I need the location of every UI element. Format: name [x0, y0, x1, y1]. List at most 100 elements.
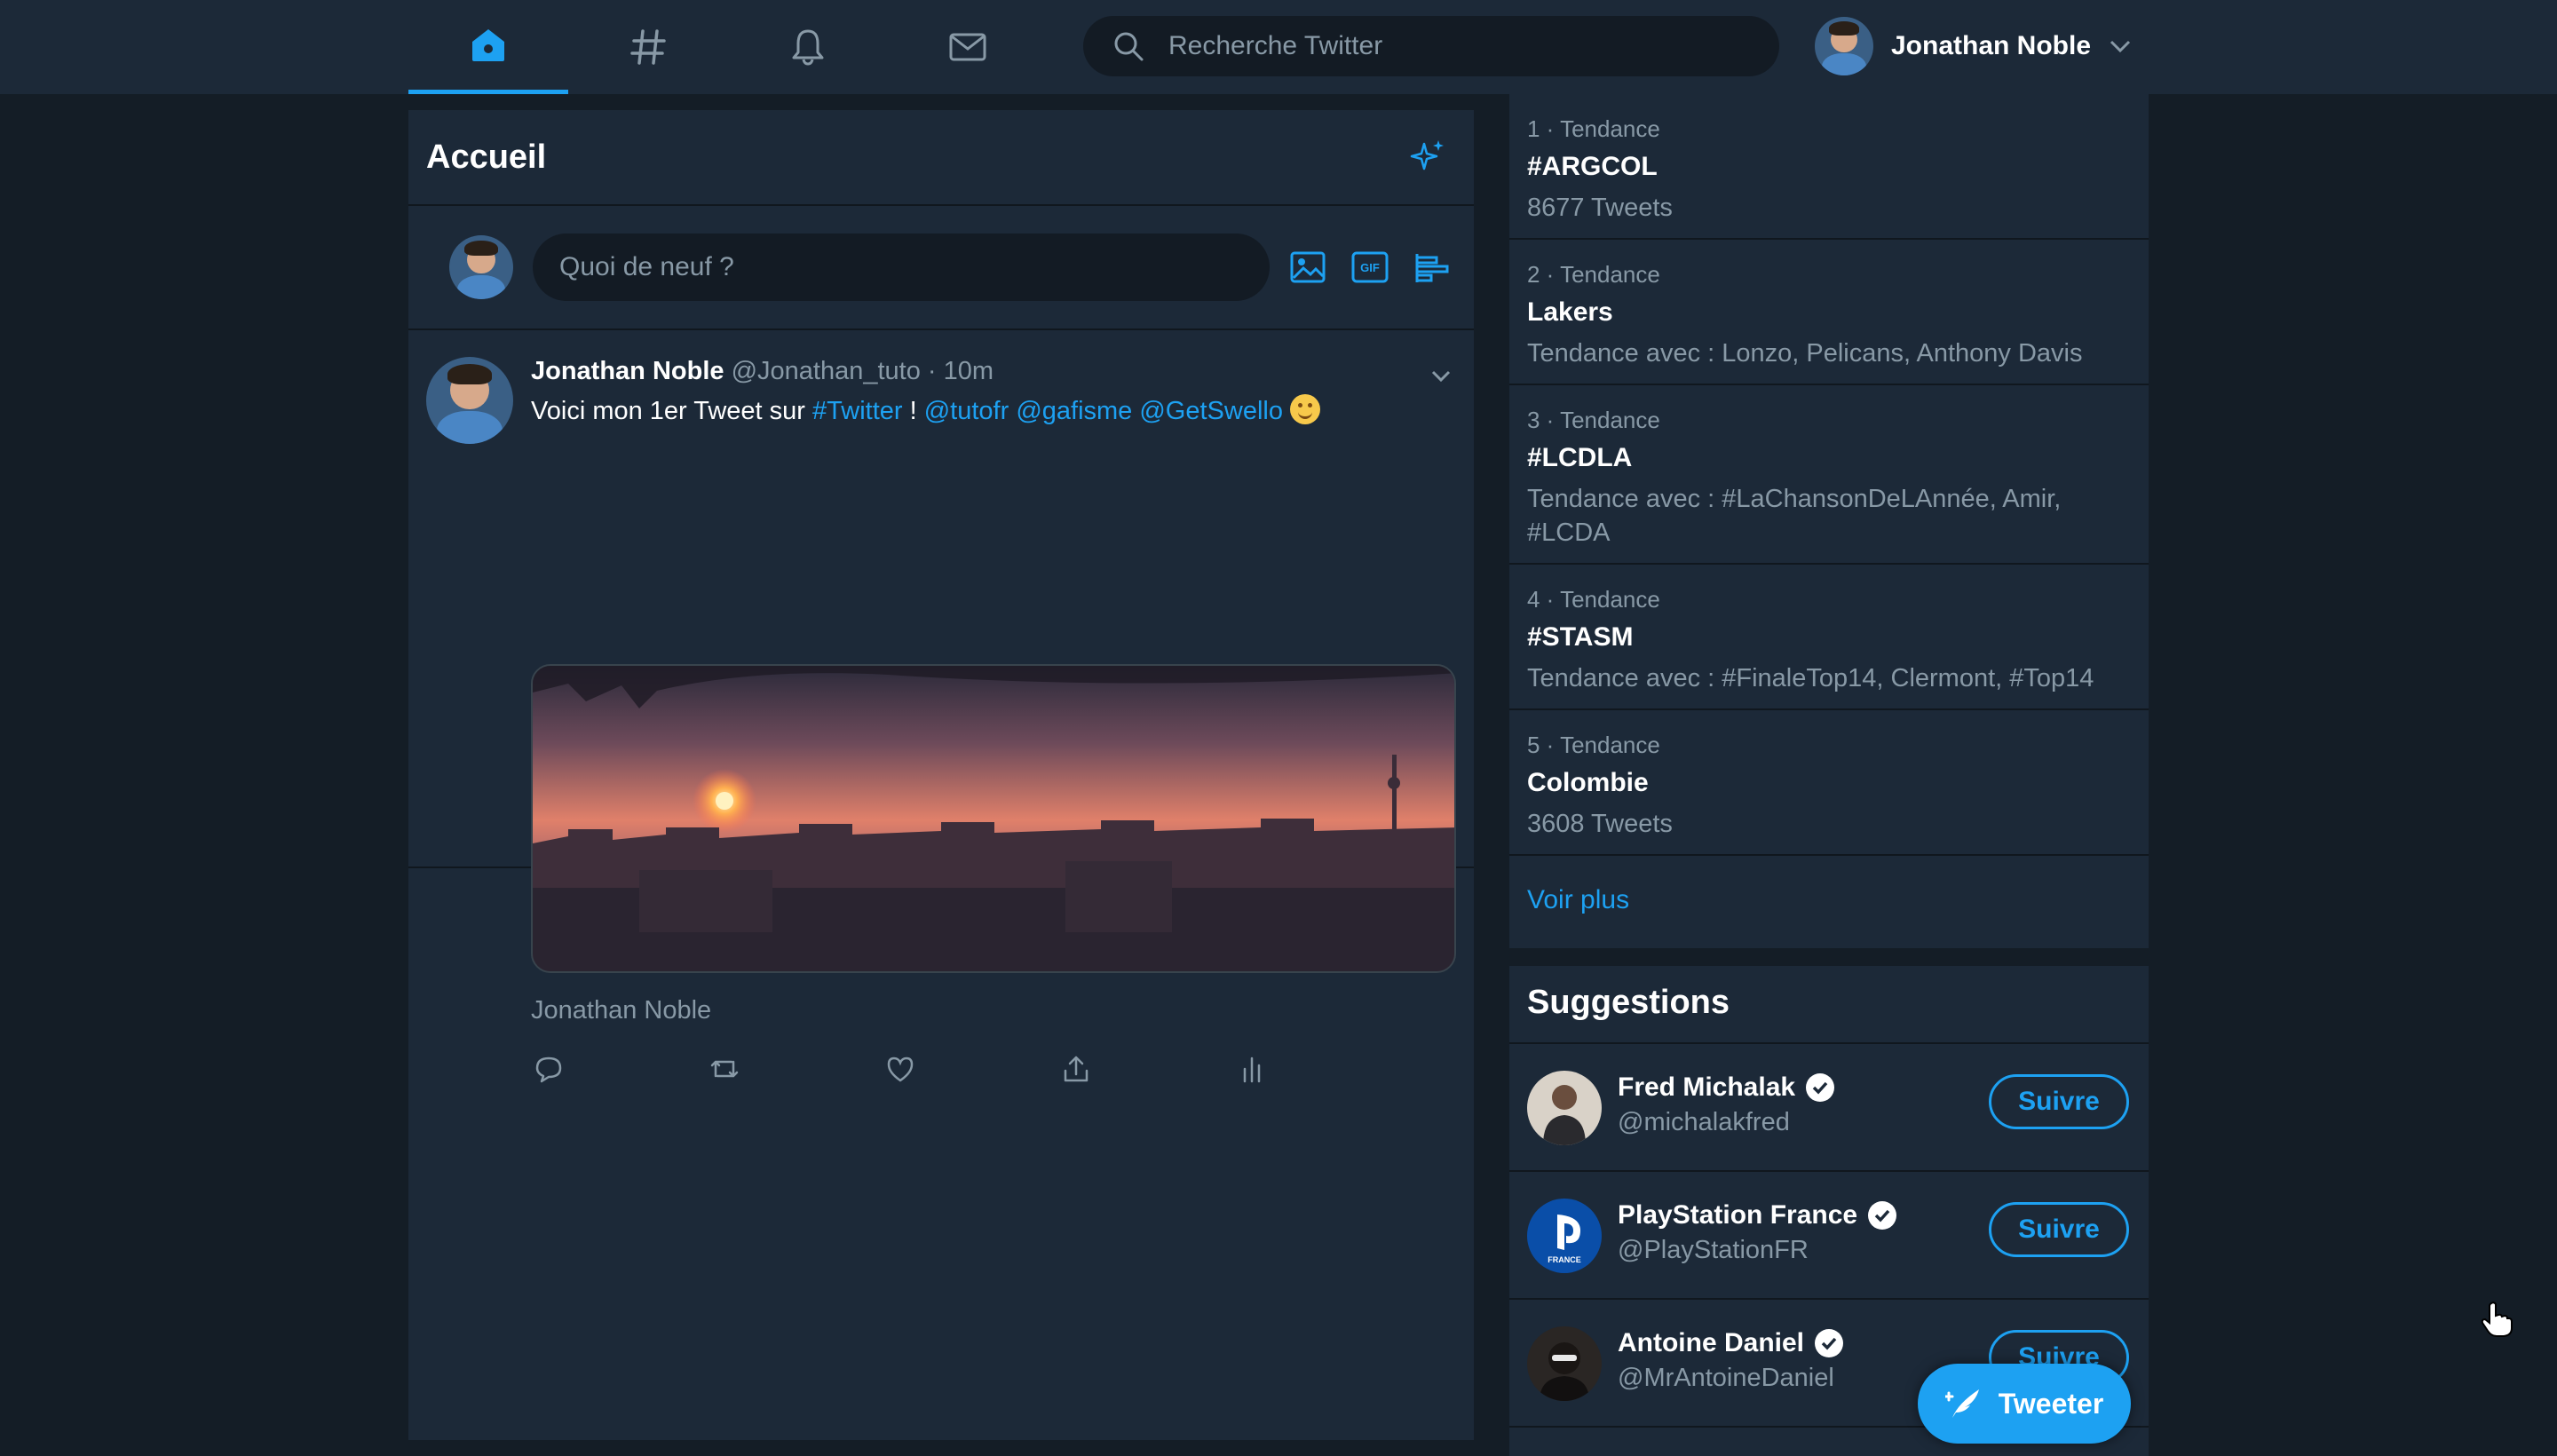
trend-rank: 5 · Tendance: [1527, 732, 1660, 758]
hand-pointer-icon: [2481, 1302, 2513, 1337]
tweet-compose-button[interactable]: Tweeter: [1918, 1364, 2131, 1444]
tweet-text-punctuation: !: [902, 397, 924, 425]
trend-rank: 1 · Tendance: [1527, 115, 1660, 142]
tab-explore[interactable]: [568, 0, 728, 94]
suggestion-avatar[interactable]: [1527, 1071, 1602, 1145]
tweet-header: Jonathan Noble @Jonathan_tuto · 10m: [531, 357, 994, 386]
mention-link[interactable]: @tutofr: [924, 397, 1009, 425]
tweet-text-prefix: Voici mon 1er Tweet sur: [531, 397, 813, 425]
retweet-button[interactable]: [707, 1051, 742, 1087]
tweet-composer: Quoi de neuf ? GIF: [408, 206, 1474, 330]
gif-icon: GIF: [1351, 251, 1389, 283]
verified-badge-icon: [1806, 1073, 1835, 1102]
suggestion-item: FRANCE PlayStation France @PlayStationFR…: [1509, 1172, 2149, 1300]
search-icon: [1114, 32, 1144, 61]
suggestion-avatar[interactable]: [1527, 1326, 1602, 1401]
suggestion-name[interactable]: Fred Michalak: [1618, 1072, 1795, 1103]
trends-panel: 1 · Tendance #ARGCOL 8677 Tweets 2 · Ten…: [1509, 94, 2149, 948]
suggestion-avatar[interactable]: FRANCE: [1527, 1199, 1602, 1273]
mail-icon: [949, 33, 986, 61]
mention-link[interactable]: @gafisme: [1016, 397, 1132, 425]
hashtag-icon: [630, 29, 666, 65]
reply-button[interactable]: [531, 1051, 566, 1087]
avatar-text: FRANCE: [1548, 1255, 1581, 1264]
like-icon: [887, 1056, 914, 1082]
tweet-compose-label: Tweeter: [1998, 1387, 2104, 1420]
trend-detail: Tendance avec : #FinaleTop14, Clermont, …: [1527, 664, 2094, 692]
compose-input[interactable]: Quoi de neuf ?: [533, 233, 1270, 301]
suggestions-title: Suggestions: [1509, 966, 2149, 1044]
tab-home[interactable]: [408, 0, 568, 94]
bell-icon: [792, 29, 824, 66]
svg-text:GIF: GIF: [1360, 261, 1380, 274]
right-sidebar: 1 · Tendance #ARGCOL 8677 Tweets 2 · Ten…: [1509, 94, 2149, 1456]
reply-icon: [535, 1056, 562, 1083]
trend-rank: 4 · Tendance: [1527, 586, 1660, 613]
retweet-icon: [710, 1060, 739, 1078]
trend-detail: Tendance avec : #LaChansonDeLAnnée, Amir…: [1527, 485, 2062, 547]
add-gif-button[interactable]: GIF: [1350, 247, 1390, 288]
chevron-down-icon: [2110, 40, 2131, 53]
suggestion-name[interactable]: Antoine Daniel: [1618, 1328, 1804, 1358]
media-caption: Jonathan Noble: [531, 996, 712, 1025]
tweet[interactable]: Jonathan Noble @Jonathan_tuto · 10m Voic…: [408, 330, 1474, 1083]
suggestion-item: Fred Michalak @michalakfred Suivre: [1509, 1044, 2149, 1172]
account-menu[interactable]: Jonathan Noble: [1815, 16, 2133, 76]
tweet-author-name[interactable]: Jonathan Noble: [531, 357, 724, 385]
suggestion-handle: @MrAntoineDaniel: [1618, 1364, 1834, 1392]
trend-name: #ARGCOL: [1527, 152, 1658, 181]
suggestion-handle: @michalakfred: [1618, 1108, 1790, 1136]
analytics-button[interactable]: [1234, 1051, 1270, 1087]
home-timeline: Accueil Quoi de neuf ? GIF Jonathan Nobl…: [408, 110, 1474, 1440]
tab-messages[interactable]: [888, 0, 1048, 94]
trend-rank: 3 · Tendance: [1527, 407, 1660, 433]
trend-detail: Tendance avec : Lonzo, Pelicans, Anthony…: [1527, 339, 2083, 368]
like-button[interactable]: [883, 1051, 918, 1087]
verified-badge-icon: [1868, 1201, 1897, 1230]
tab-notifications[interactable]: [728, 0, 888, 94]
chevron-down-icon[interactable]: [1428, 362, 1454, 389]
tweet-image[interactable]: [531, 664, 1456, 973]
page-title: Accueil: [426, 138, 547, 176]
search-input[interactable]: [1168, 31, 1737, 61]
smile-emoji-icon: [1290, 394, 1321, 424]
follow-button[interactable]: Suivre: [1989, 1074, 2129, 1129]
verified-badge-icon: [1815, 1329, 1844, 1357]
tweet-actions: [531, 1051, 1294, 1092]
top-navigation-bar: Jonathan Noble: [0, 0, 2557, 94]
trend-item[interactable]: 5 · Tendance Colombie 3608 Tweets: [1509, 710, 2149, 856]
search-bar[interactable]: [1083, 16, 1779, 76]
tweet-meta: @Jonathan_tuto · 10m: [731, 357, 994, 385]
trend-item[interactable]: 3 · Tendance #LCDLA Tendance avec : #LaC…: [1509, 385, 2149, 565]
trend-name: #STASM: [1527, 622, 1634, 652]
suggestion-name[interactable]: PlayStation France: [1618, 1200, 1857, 1230]
timeline-header: Accueil: [408, 110, 1474, 206]
poll-icon: [1415, 254, 1449, 282]
show-more-link[interactable]: Voir plus: [1509, 856, 2149, 945]
home-icon: [472, 28, 504, 61]
trend-item[interactable]: 2 · Tendance Lakers Tendance avec : Lonz…: [1509, 240, 2149, 385]
trend-detail: 8677 Tweets: [1527, 194, 1673, 222]
avatar: [449, 235, 513, 299]
mention-link[interactable]: @GetSwello: [1139, 397, 1283, 425]
account-name: Jonathan Noble: [1891, 31, 2092, 60]
hashtag-link[interactable]: #Twitter: [812, 397, 903, 425]
follow-button[interactable]: Suivre: [1989, 1202, 2129, 1257]
share-button[interactable]: [1058, 1051, 1094, 1087]
trend-detail: 3608 Tweets: [1527, 810, 1673, 838]
trend-name: #LCDLA: [1527, 443, 1633, 472]
add-poll-button[interactable]: [1412, 247, 1453, 288]
image-icon: [1290, 251, 1326, 283]
share-icon: [1064, 1056, 1089, 1082]
sunset-photo: [533, 666, 1454, 971]
trend-item[interactable]: 1 · Tendance #ARGCOL 8677 Tweets: [1509, 94, 2149, 240]
tweet-author-avatar[interactable]: [426, 357, 513, 444]
sparkle-icon[interactable]: [1406, 137, 1447, 178]
analytics-icon: [1243, 1056, 1261, 1083]
quill-icon: [1944, 1389, 1979, 1418]
trend-name: Lakers: [1527, 297, 1613, 327]
suggestion-handle: @PlayStationFR: [1618, 1236, 1809, 1264]
add-image-button[interactable]: [1287, 247, 1328, 288]
trend-name: Colombie: [1527, 768, 1649, 797]
trend-item[interactable]: 4 · Tendance #STASM Tendance avec : #Fin…: [1509, 565, 2149, 710]
